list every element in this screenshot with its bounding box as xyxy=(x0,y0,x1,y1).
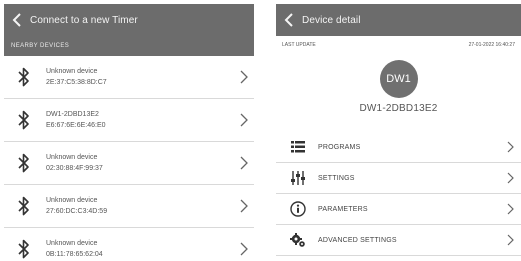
section-label: NEARBY DEVICES xyxy=(4,36,254,56)
last-update-label: LAST UPDATE xyxy=(282,42,316,48)
bluetooth-icon xyxy=(18,153,29,173)
bluetooth-icon xyxy=(18,239,29,259)
chevron-right-icon xyxy=(507,234,514,246)
device-list: Unknown device 2E:37:C5:38:8D:C7 DW1-2DB… xyxy=(4,56,254,261)
device-list-item[interactable]: Unknown device 2E:37:C5:38:8D:C7 xyxy=(4,56,254,99)
back-arrow-icon xyxy=(284,13,293,27)
header-bar: Connect to a new Timer xyxy=(4,4,254,36)
last-update-value: 27-01-2022 16:40:27 xyxy=(468,42,515,48)
back-button[interactable] xyxy=(276,4,302,36)
list-icon xyxy=(291,141,305,153)
device-name: Unknown device xyxy=(46,67,98,75)
connect-timer-screen: Connect to a new Timer NEARBY DEVICES Un… xyxy=(4,4,254,261)
last-update-row: LAST UPDATE 27-01-2022 16:40:27 xyxy=(276,36,521,48)
gears-icon xyxy=(290,233,305,247)
device-address: E6:67:6E:6E:46:E0 xyxy=(46,121,106,129)
device-address: 02:30:88:4F:99:37 xyxy=(46,164,103,172)
device-detail-screen: Device detail LAST UPDATE 27-01-2022 16:… xyxy=(276,4,521,261)
page-title: Connect to a new Timer xyxy=(30,14,138,26)
chevron-right-icon xyxy=(240,156,248,170)
sliders-icon xyxy=(291,171,305,185)
chevron-right-icon xyxy=(240,242,248,256)
chevron-right-icon xyxy=(240,113,248,127)
menu-item-parameters[interactable]: PARAMETERS xyxy=(276,194,521,225)
chevron-right-icon xyxy=(240,70,248,84)
device-address: 0B:11:78:65:62:04 xyxy=(46,250,103,258)
menu-item-settings[interactable]: SETTINGS xyxy=(276,163,521,194)
menu-item-label: PROGRAMS xyxy=(318,143,361,151)
device-name: Unknown device xyxy=(46,239,98,247)
device-list-item[interactable]: Unknown device 02:30:88:4F:99:37 xyxy=(4,142,254,185)
bluetooth-icon xyxy=(18,67,29,87)
bluetooth-icon xyxy=(18,196,29,216)
device-name: DW1-2DBD13E2 xyxy=(46,110,99,118)
chevron-right-icon xyxy=(507,203,514,215)
page-title: Device detail xyxy=(302,14,361,26)
menu-item-label: ADVANCED SETTINGS xyxy=(318,236,397,244)
menu-item-label: SETTINGS xyxy=(318,174,355,182)
device-address: 27:60:DC:C3:4D:59 xyxy=(46,207,108,215)
back-button[interactable] xyxy=(4,4,30,36)
device-name: Unknown device xyxy=(46,153,98,161)
device-list-item[interactable]: DW1-2DBD13E2 E6:67:6E:6E:46:E0 xyxy=(4,99,254,142)
device-name: Unknown device xyxy=(46,196,98,204)
back-arrow-icon xyxy=(12,13,21,27)
device-id: DW1-2DBD13E2 xyxy=(359,103,438,114)
device-list-item[interactable]: Unknown device 0B:11:78:65:62:04 xyxy=(4,228,254,261)
device-avatar: DW1 xyxy=(379,60,418,98)
chevron-right-icon xyxy=(507,141,514,153)
info-icon xyxy=(290,201,306,217)
chevron-right-icon xyxy=(240,199,248,213)
menu-item-programs[interactable]: PROGRAMS xyxy=(276,132,521,163)
device-menu: PROGRAMS SETTINGS PARAMETERS ADVANCED SE… xyxy=(276,132,521,256)
chevron-right-icon xyxy=(507,172,514,184)
header-bar: Device detail xyxy=(276,4,521,36)
menu-item-label: PARAMETERS xyxy=(318,205,368,213)
menu-item-advanced-settings[interactable]: ADVANCED SETTINGS xyxy=(276,225,521,256)
bluetooth-icon xyxy=(18,110,29,130)
device-address: 2E:37:C5:38:8D:C7 xyxy=(46,78,107,86)
device-list-item[interactable]: Unknown device 27:60:DC:C3:4D:59 xyxy=(4,185,254,228)
